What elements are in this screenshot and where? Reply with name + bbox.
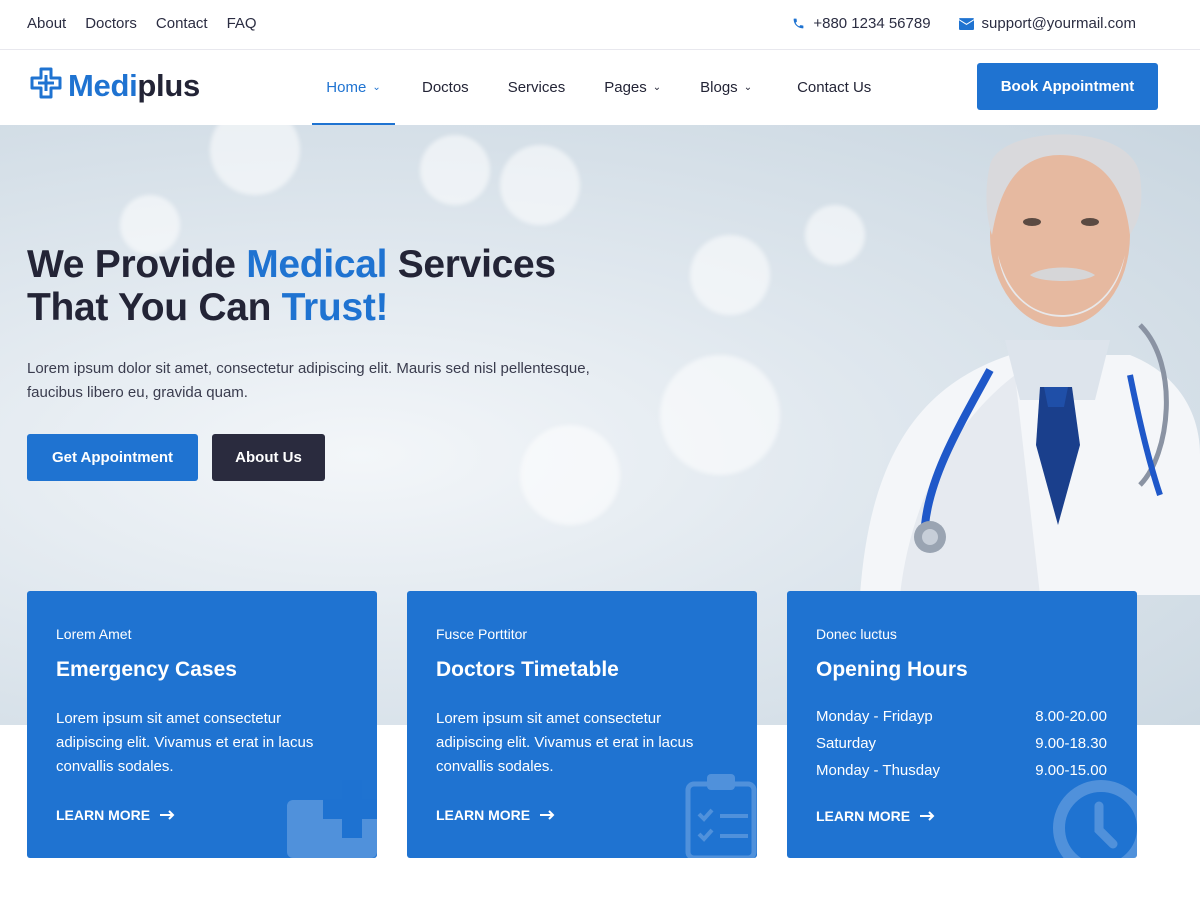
about-us-button[interactable]: About Us <box>212 434 325 481</box>
phone-contact[interactable]: +880 1234 56789 <box>792 15 931 32</box>
hero-title: We Provide Medical Services That You Can… <box>27 243 556 329</box>
chevron-down-icon: ⌄ <box>652 81 662 93</box>
card-emergency-cases: Lorem Amet Emergency Cases Lorem ipsum s… <box>27 591 377 858</box>
card-eyebrow: Fusce Porttitor <box>436 626 528 642</box>
bokeh-light <box>420 135 490 205</box>
hours-day: Monday - Thusday <box>816 762 940 779</box>
logo[interactable]: Mediplus <box>30 67 200 104</box>
hero-title-part: We Provide <box>27 243 247 286</box>
main-header: Mediplus Home ⌄ Doctos Services Pages ⌄ … <box>0 50 1200 126</box>
hours-time: 8.00-20.00 <box>1035 708 1107 725</box>
logo-text: Mediplus <box>68 68 200 104</box>
card-text: Lorem ipsum sit amet consectetur adipisc… <box>436 710 694 775</box>
nav-item-label: Doctos <box>422 79 469 96</box>
opening-hours-list: Monday - Fridayp 8.00-20.00 Saturday 9.0… <box>816 703 1107 784</box>
card-title: Opening Hours <box>816 658 968 681</box>
hours-time: 9.00-18.30 <box>1035 735 1107 752</box>
bokeh-light <box>690 235 770 315</box>
learn-more-link[interactable]: LEARN MORE <box>436 807 556 823</box>
get-appointment-button[interactable]: Get Appointment <box>27 434 198 481</box>
hero-title-highlight: Medical <box>246 243 388 286</box>
hero-title-highlight: Trust! <box>281 286 389 329</box>
hours-day: Monday - Fridayp <box>816 708 933 725</box>
learn-more-link[interactable]: LEARN MORE <box>816 808 936 824</box>
nav-item-pages[interactable]: Pages ⌄ <box>604 50 661 125</box>
top-link-about[interactable]: About <box>27 15 66 32</box>
card-text: Lorem ipsum sit amet consectetur adipisc… <box>56 710 314 775</box>
top-bar: About Doctors Contact FAQ +880 1234 5678… <box>0 0 1200 50</box>
arrow-right-icon <box>160 807 176 823</box>
nav-item-label: Pages <box>604 79 647 96</box>
top-contact: +880 1234 56789 support@yourmail.com <box>792 15 1136 32</box>
card-title: Doctors Timetable <box>436 658 619 681</box>
clipboard-checklist-icon <box>685 774 757 858</box>
bokeh-light <box>660 355 780 475</box>
nav-item-contact-us[interactable]: Contact Us <box>797 50 871 125</box>
phone-number: +880 1234 56789 <box>813 15 931 32</box>
chevron-down-icon: ⌄ <box>372 81 381 93</box>
email-address: support@yourmail.com <box>981 15 1136 32</box>
email-contact[interactable]: support@yourmail.com <box>958 15 1136 32</box>
arrow-right-icon <box>920 808 936 824</box>
top-link-contact[interactable]: Contact <box>156 15 208 32</box>
hero-lead-text: Lorem ipsum dolor sit amet, consectetur … <box>27 360 590 401</box>
doctor-portrait <box>860 134 1200 595</box>
hours-row: Saturday 9.00-18.30 <box>816 730 1107 757</box>
learn-more-link[interactable]: LEARN MORE <box>56 807 176 823</box>
card-eyebrow: Donec luctus <box>816 626 897 642</box>
card-eyebrow: Lorem Amet <box>56 626 132 642</box>
nav-item-label: Home <box>326 79 367 96</box>
hero-title-part: Services <box>387 243 556 286</box>
learn-more-label: LEARN MORE <box>56 807 151 823</box>
arrow-right-icon <box>540 807 556 823</box>
nav-item-blogs[interactable]: Blogs ⌄ <box>700 50 752 125</box>
top-link-faq[interactable]: FAQ <box>227 15 257 32</box>
bokeh-light <box>520 425 620 525</box>
hero-title-part: That You Can <box>27 286 282 329</box>
hours-row: Monday - Fridayp 8.00-20.00 <box>816 703 1107 730</box>
clock-icon <box>1053 780 1137 858</box>
nav-item-label: Blogs <box>700 79 738 96</box>
logo-text-part1: Medi <box>68 67 138 103</box>
bokeh-light <box>500 145 580 225</box>
book-appointment-button[interactable]: Book Appointment <box>977 63 1158 110</box>
top-links: About Doctors Contact FAQ <box>27 15 257 32</box>
card-opening-hours: Donec luctus Opening Hours Monday - Frid… <box>787 591 1137 858</box>
bokeh-light <box>210 125 300 195</box>
nav-item-home[interactable]: Home ⌄ <box>312 50 395 126</box>
logo-text-part2: plus <box>137 67 200 103</box>
nav-item-doctos[interactable]: Doctos <box>422 50 469 125</box>
medical-cross-icon <box>30 67 62 104</box>
learn-more-label: LEARN MORE <box>436 807 531 823</box>
main-nav: Home ⌄ Doctos Services Pages ⌄ Blogs ⌄ C… <box>312 50 871 126</box>
nav-item-services[interactable]: Services <box>508 50 566 125</box>
chevron-down-icon: ⌄ <box>743 81 753 93</box>
envelope-icon <box>958 17 974 30</box>
top-link-doctors[interactable]: Doctors <box>85 15 137 32</box>
card-doctors-timetable: Fusce Porttitor Doctors Timetable Lorem … <box>407 591 757 858</box>
phone-icon <box>792 17 805 30</box>
nav-item-label: Services <box>507 79 566 96</box>
nav-item-label: Contact Us <box>797 79 872 96</box>
card-title: Emergency Cases <box>56 658 237 681</box>
first-aid-kit-icon <box>287 780 377 858</box>
hours-day: Saturday <box>816 735 877 752</box>
learn-more-label: LEARN MORE <box>816 808 911 824</box>
